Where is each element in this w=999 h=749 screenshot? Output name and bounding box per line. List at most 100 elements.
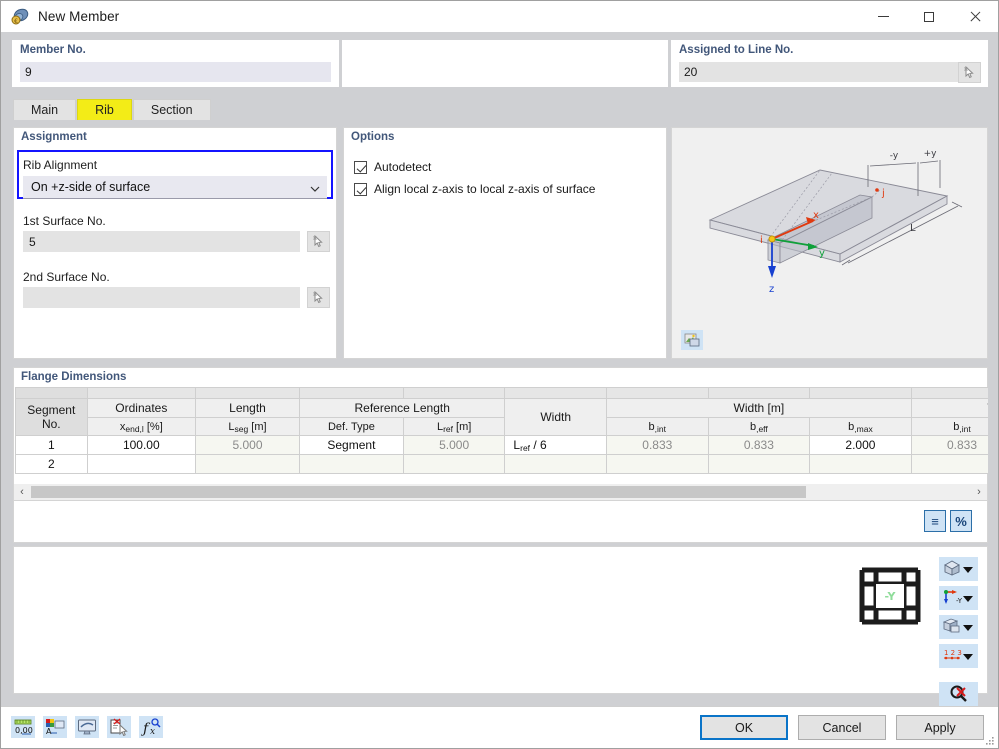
colors-icon[interactable]: A bbox=[43, 716, 67, 738]
row-2-def-type[interactable] bbox=[298, 454, 404, 474]
col-group-length: Length bbox=[195, 398, 300, 418]
cancel-button[interactable]: Cancel bbox=[798, 715, 886, 740]
footer-toolbar: 0,00 A ƒx bbox=[11, 716, 163, 738]
svg-text:i: i bbox=[760, 235, 763, 246]
svg-text:€: € bbox=[14, 18, 18, 25]
tab-rib[interactable]: Rib bbox=[77, 99, 132, 120]
col-lseg: Lseg [m] bbox=[195, 417, 300, 436]
member-no-label: Member No. bbox=[20, 44, 86, 56]
col-segment-no: Segment No. bbox=[15, 398, 88, 436]
view-toolbar: -Y 1 2 3 bbox=[939, 557, 978, 711]
window-controls bbox=[860, 1, 998, 32]
cross-section-grid-icon: -Y bbox=[859, 567, 921, 625]
decimal-places-icon[interactable]: 0,00 bbox=[11, 716, 35, 738]
surface2-label: 2nd Surface No. bbox=[23, 270, 110, 284]
rib-alignment-label: Rib Alignment bbox=[23, 158, 98, 172]
row-2-no: 2 bbox=[15, 454, 88, 474]
numbering-button[interactable]: 1 2 3 bbox=[939, 644, 978, 668]
option-align-z-axis[interactable]: Align local z-axis to local z-axis of su… bbox=[354, 182, 595, 196]
rib-alignment-select[interactable]: On +z-side of surface bbox=[23, 176, 327, 199]
hscroll-thumb[interactable] bbox=[31, 486, 806, 498]
table-header-group-row: Segment No. Ordinates Length Reference L… bbox=[15, 398, 988, 436]
axis-icon: -Y bbox=[943, 589, 963, 608]
row-2-b-max[interactable] bbox=[809, 454, 912, 474]
chevron-left-icon[interactable]: ‹ bbox=[14, 484, 30, 499]
chevron-right-icon[interactable]: › bbox=[971, 484, 987, 499]
equalize-button[interactable]: ≡ bbox=[924, 510, 946, 532]
surface2-pick-cursor-icon[interactable] bbox=[307, 287, 330, 308]
row-2-ordinates[interactable] bbox=[86, 454, 197, 474]
ok-button[interactable]: OK bbox=[700, 715, 788, 740]
col-group-width-m-1: Width [m] bbox=[606, 398, 912, 418]
render-button[interactable] bbox=[939, 615, 978, 639]
option-autodetect[interactable]: Autodetect bbox=[354, 160, 431, 174]
picture-icon[interactable] bbox=[681, 330, 703, 350]
row-1-b-int-2: 0.833 bbox=[910, 435, 988, 455]
row-2-b-int-2 bbox=[910, 454, 988, 474]
axis-system-button[interactable]: -Y bbox=[939, 586, 978, 610]
col-group-reference-length: Reference Length bbox=[298, 398, 506, 418]
row-1-length: 5.000 bbox=[195, 435, 300, 455]
percent-button[interactable]: % bbox=[950, 510, 972, 532]
options-panel: Options Autodetect Align local z-axis to… bbox=[343, 127, 667, 359]
assigned-line-group: Assigned to Line No. 20 bbox=[671, 40, 988, 87]
zoom-reset-button[interactable] bbox=[939, 682, 978, 706]
svg-text:-Y: -Y bbox=[956, 597, 963, 605]
surface1-input[interactable]: 5 bbox=[23, 231, 300, 252]
function-icon[interactable]: ƒx bbox=[139, 716, 163, 738]
close-icon[interactable] bbox=[952, 1, 998, 32]
row-2-width[interactable] bbox=[504, 454, 607, 474]
svg-text:j: j bbox=[881, 188, 885, 199]
header-row: Member No. 9 Assigned to Line No. 20 bbox=[1, 32, 998, 95]
row-1-b-max[interactable]: 2.000 bbox=[809, 435, 912, 455]
assigned-line-input[interactable]: 20 bbox=[679, 62, 962, 82]
chevron-down-icon bbox=[963, 596, 973, 602]
svg-text:y: y bbox=[819, 248, 825, 259]
apply-button[interactable]: Apply bbox=[896, 715, 984, 740]
table-row[interactable]: 2 bbox=[15, 454, 988, 474]
maximize-icon[interactable] bbox=[906, 1, 952, 32]
row-2-b-int-1 bbox=[606, 454, 709, 474]
tab-section[interactable]: Section bbox=[132, 99, 211, 120]
col-def-type: Def. Type bbox=[298, 417, 404, 436]
row-2-length bbox=[195, 454, 300, 474]
graphic-preview-panel: -y +y L x y z i j bbox=[671, 127, 988, 359]
member-no-input[interactable]: 9 bbox=[20, 62, 331, 82]
member-no-group: Member No. 9 bbox=[12, 40, 339, 87]
col-group-width-m-2: Width [m] bbox=[910, 398, 988, 418]
row-1-ordinates[interactable]: 100.00 bbox=[86, 435, 197, 455]
assigned-line-label: Assigned to Line No. bbox=[679, 44, 794, 56]
row-1-b-int-1: 0.833 bbox=[606, 435, 709, 455]
tab-main[interactable]: Main bbox=[13, 99, 77, 120]
table-row[interactable]: 1 100.00 5.000 Segment 5.000 Lref / 6 0.… bbox=[15, 435, 988, 455]
col-lref: Lref [m] bbox=[402, 417, 506, 436]
rib-alignment-value: On +z-side of surface bbox=[31, 180, 151, 194]
note-cursor-icon[interactable] bbox=[107, 716, 131, 738]
member-icon: € bbox=[10, 7, 30, 27]
pick-cursor-icon[interactable] bbox=[958, 62, 981, 83]
window-title: New Member bbox=[38, 9, 120, 24]
checkbox-align-z-axis[interactable] bbox=[354, 182, 367, 196]
checkbox-autodetect[interactable] bbox=[354, 160, 367, 174]
chevron-down-icon bbox=[963, 625, 973, 631]
title-bar: € New Member bbox=[1, 1, 998, 32]
zoom-cancel-icon bbox=[949, 684, 969, 705]
monitor-icon[interactable] bbox=[75, 716, 99, 738]
assignment-panel: Assignment Rib Alignment On +z-side of s… bbox=[13, 127, 337, 359]
col-b-max: b,max bbox=[809, 417, 912, 436]
row-1-width[interactable]: Lref / 6 bbox=[504, 435, 607, 455]
rib-3d-diagram: -y +y L x y z i j bbox=[708, 149, 963, 295]
surface1-pick-cursor-icon[interactable] bbox=[307, 231, 330, 252]
minimize-icon[interactable] bbox=[860, 1, 906, 32]
row-2-b-eff-1 bbox=[707, 454, 811, 474]
flange-table-hscrollbar[interactable]: ‹ › bbox=[13, 484, 988, 501]
resize-grip-icon[interactable] bbox=[985, 736, 995, 746]
new-member-dialog: € New Member Member No. 9 Assigned to Li… bbox=[0, 0, 999, 749]
svg-text:z: z bbox=[769, 284, 774, 295]
surface2-input[interactable] bbox=[23, 287, 300, 308]
row-1-def-type[interactable]: Segment bbox=[298, 435, 404, 455]
numbers-icon: 1 2 3 bbox=[943, 647, 963, 666]
row-1-b-eff-1: 0.833 bbox=[707, 435, 811, 455]
view-3d-button[interactable] bbox=[939, 557, 978, 581]
header-middle-group bbox=[342, 40, 668, 87]
